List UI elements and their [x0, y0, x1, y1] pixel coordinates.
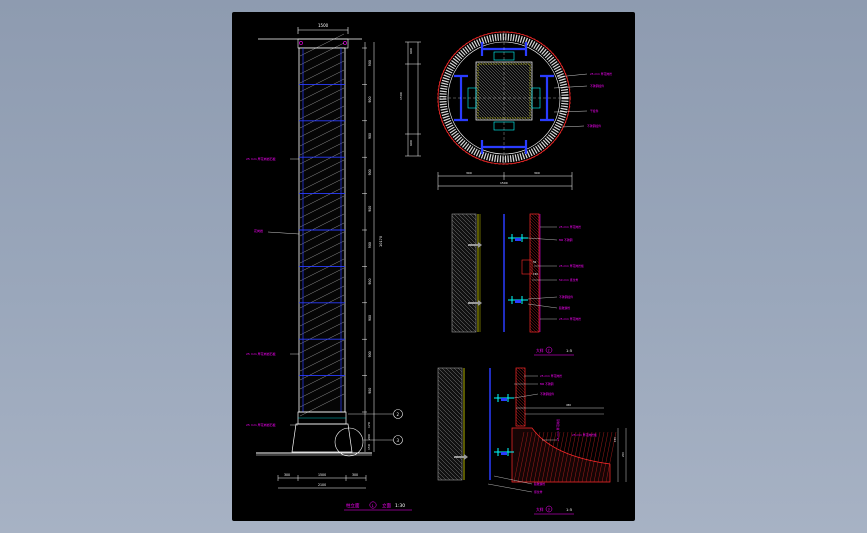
segment-dim-1: 900 [368, 60, 372, 66]
d2-label-6: 膨胀螺栓 [559, 306, 570, 310]
plan-section: 600 1500 600 25 mm 厚花岗岩 不锈钢挂件 干挂件 不锈钢挂件 … [399, 31, 612, 190]
d2-label-5: 不锈钢挂件 [559, 295, 573, 299]
left-label-3: 25 mm 厚花岗岩石板 [246, 351, 276, 356]
plan-label-1: 25 mm 厚花岗岩 [590, 72, 612, 76]
d2-label-2: M6 不锈钢 [559, 238, 573, 242]
base-dim-3: 300 [352, 473, 358, 477]
elevation-scale: 1:30 [395, 503, 405, 509]
segment-dim-3: 900 [368, 133, 372, 139]
d3-label-1: 25 mm 厚花岗岩 [540, 374, 562, 378]
d2-label-7: 25 mm 厚花岗岩 [559, 317, 581, 321]
d3-dim-1: 450 [566, 403, 571, 407]
plan-vdim-2: 1500 [399, 92, 403, 100]
d3-label-6: 膨胀螺栓 [534, 482, 545, 486]
left-label-1: 25 mm 厚花岗岩石板 [246, 156, 276, 161]
d3-scale: 1:5 [566, 507, 573, 512]
base-total-dim: 2100 [318, 483, 326, 487]
right-dim-2: 200 [367, 434, 371, 440]
detail-marker-2-label: 2 [397, 412, 400, 417]
elevation-scale-label: 立面 [382, 502, 391, 509]
d3-label-5: 25 mm 厚花岗岩板 [572, 433, 597, 437]
d3-dim-3: 200 [621, 452, 625, 457]
left-label-2: 花岗岩 [254, 228, 263, 233]
d2-scale: 1:5 [566, 348, 573, 353]
plan-hdim-2: 1500 [500, 181, 508, 185]
elevation-title: 柱立面 [346, 502, 360, 509]
right-dim-1: 170 [367, 422, 371, 428]
cad-drawing[interactable]: 1500 900 900 900 900 900 900 900 900 900 900 1017… [232, 12, 635, 521]
d3-dim-2: 150 [613, 437, 617, 442]
plan-label-3: 干挂件 [590, 109, 599, 113]
d2-label-3: 25 mm 厚花岗岩板 [559, 264, 584, 268]
column-elevation: 1500 900 900 900 900 900 900 900 900 900 900 1017… [246, 23, 412, 511]
base-dim-1: 300 [284, 473, 290, 477]
segment-dim-5: 900 [368, 206, 372, 212]
d3-label-7: 竖龙骨 [534, 490, 543, 494]
segment-dim-2: 900 [368, 97, 372, 103]
elevation-title-number: 1 [372, 504, 374, 508]
total-height-dim: 10170 [379, 236, 383, 247]
d3-title: 大样 [536, 507, 544, 512]
detail-2: 25 mm 厚花岗岩 M6 不锈钢 25 mm 厚花岗岩板 50 mm 竖龙骨 … [451, 213, 584, 356]
segment-dim-10: 900 [368, 388, 372, 394]
plan-vdim-1: 600 [409, 48, 413, 54]
d2-number: 2 [548, 349, 550, 353]
d2-label-1: 25 mm 厚花岗岩 [559, 225, 581, 229]
detail-marker-3-label: 3 [397, 438, 400, 443]
plan-label-2: 不锈钢挂件 [590, 84, 604, 88]
segment-dim-6: 900 [368, 242, 372, 248]
d3-label-3: 不锈钢挂件 [540, 392, 554, 396]
plan-vdim-3: 600 [409, 140, 413, 146]
base-dim-2: 1500 [318, 473, 326, 477]
d2-dim-1: 50 [533, 260, 537, 264]
segment-dim-8: 900 [368, 315, 372, 321]
detail-3: 25 mm 厚花岗岩 M6 不锈钢 不锈钢挂件 25 mm 厚花岗岩 25 mm… [437, 367, 627, 515]
d3-number: 3 [548, 508, 550, 512]
d2-label-4: 50 mm 竖龙骨 [559, 278, 578, 282]
segment-dim-7: 900 [368, 279, 372, 285]
d2-title: 大样 [536, 348, 544, 353]
d2-dim-2: 150 [533, 272, 538, 276]
d3-label-2: M6 不锈钢 [540, 382, 554, 386]
cad-viewer-window[interactable]: 1500 900 900 900 900 900 900 900 900 900 900 1017… [232, 12, 635, 521]
left-label-4: 25 mm 厚花岗岩石板 [246, 422, 276, 427]
segment-dim-9: 900 [368, 351, 372, 357]
right-dim-3: 150 [367, 444, 371, 450]
plan-label-4: 不锈钢挂件 [587, 124, 601, 128]
segment-dim-4: 900 [368, 169, 372, 175]
top-width-dim: 1500 [318, 23, 329, 28]
plan-hdim-1: 300 [466, 171, 472, 175]
d3-label-4: 25 mm 厚花岗岩 [556, 419, 560, 441]
plan-hdim-3: 300 [534, 171, 540, 175]
